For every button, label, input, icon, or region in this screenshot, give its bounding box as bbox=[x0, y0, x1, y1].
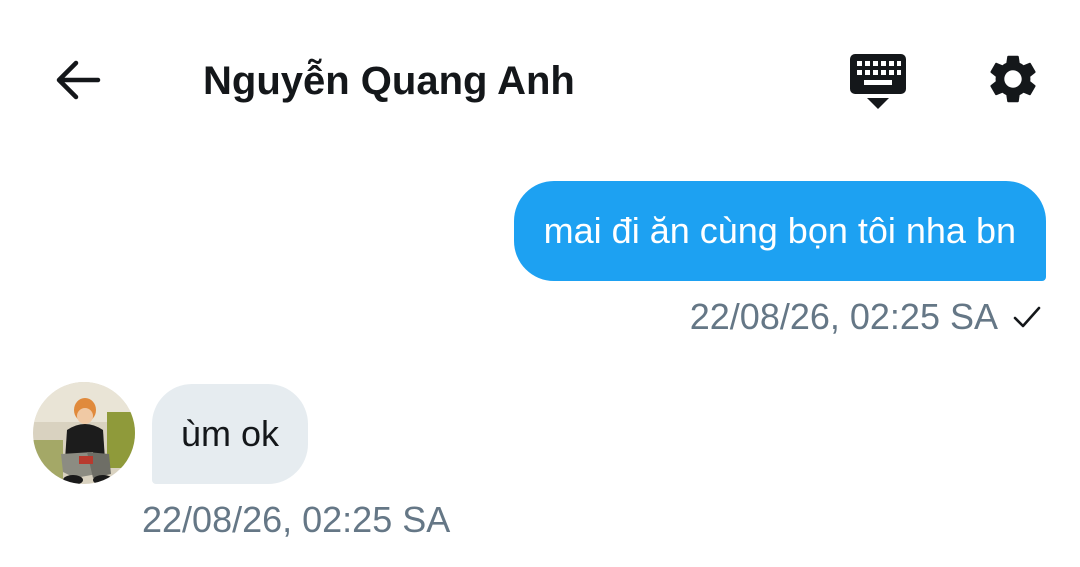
message-timestamp: 22/08/26, 02:25 SA bbox=[689, 296, 998, 337]
checkmark-icon bbox=[1013, 306, 1041, 328]
gear-icon bbox=[990, 55, 1036, 103]
keyboard-toggle-button[interactable] bbox=[848, 50, 908, 112]
keyboard-hide-icon bbox=[850, 54, 906, 109]
outgoing-message-meta: 22/08/26, 02:25 SA bbox=[690, 294, 1042, 340]
conversation-title: Nguyễn Quang Anh bbox=[203, 59, 575, 103]
back-button[interactable] bbox=[52, 56, 104, 104]
settings-button[interactable] bbox=[984, 50, 1042, 108]
incoming-message-bubble[interactable]: ùm ok bbox=[152, 384, 309, 484]
avatar[interactable] bbox=[33, 382, 135, 484]
arrow-left-icon bbox=[56, 60, 101, 100]
chat-header: Nguyễn Quang Anh bbox=[0, 0, 1080, 160]
incoming-message-timestamp: 22/08/26, 02:25 SA bbox=[142, 499, 451, 540]
outgoing-message-bubble[interactable]: mai đi ăn cùng bọn tôi nha bn bbox=[513, 181, 1046, 281]
